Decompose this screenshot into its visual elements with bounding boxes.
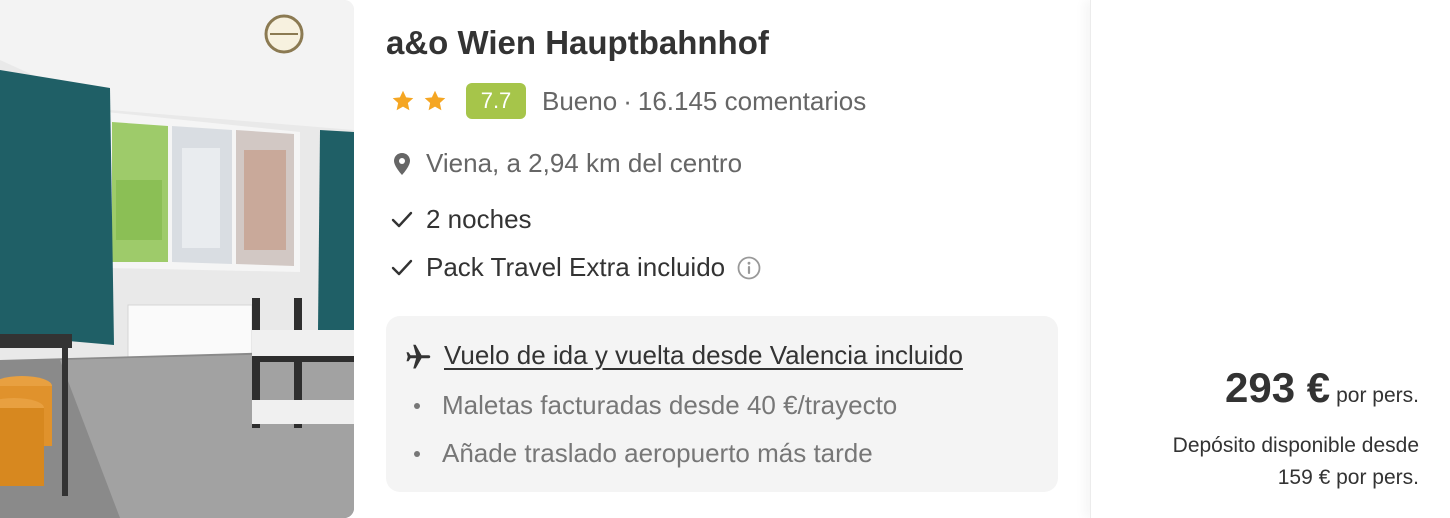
- airplane-icon: [406, 344, 431, 368]
- price-row: 293 € por pers.: [1225, 364, 1419, 412]
- pack-text: Pack Travel Extra incluido: [426, 252, 726, 282]
- star-icon: [424, 90, 446, 111]
- hotel-photo[interactable]: [0, 0, 354, 518]
- flight-row: Vuelo de ida y vuelta desde Valencia inc…: [404, 340, 963, 371]
- flight-link[interactable]: Vuelo de ida y vuelta desde Valencia inc…: [444, 340, 963, 371]
- bullet-icon: [414, 450, 420, 457]
- transfer-text: Añade traslado aeropuerto más tarde: [442, 438, 873, 468]
- location-row: Viena, a 2,94 km del centro: [390, 148, 742, 179]
- luggage-row: Maletas facturadas desde 40 €/trayecto: [414, 390, 897, 421]
- flight-box: Vuelo de ida y vuelta desde Valencia inc…: [386, 316, 1058, 492]
- deposit-info: Depósito disponible desde 159 € por pers…: [1099, 430, 1419, 494]
- nights-row: 2 noches: [390, 204, 532, 235]
- location-text: Viena, a 2,94 km del centro: [426, 148, 743, 178]
- hotel-card[interactable]: a&o Wien Hauptbahnhof 7.7 Bueno · 16.145 c…: [0, 0, 1450, 518]
- nights-text: 2 noches: [426, 204, 532, 234]
- check-icon: [390, 256, 414, 280]
- review-count: 16.145 comentarios: [637, 85, 867, 116]
- rating-label: Bueno: [542, 85, 618, 116]
- price-amount: 293 €: [1225, 364, 1331, 411]
- rating-separator: ·: [623, 85, 632, 116]
- pack-row: Pack Travel Extra incluido: [390, 252, 761, 283]
- rating-row: 7.7 Bueno · 16.145 comentarios: [390, 83, 866, 119]
- star-icon: [392, 90, 414, 111]
- check-icon: [390, 208, 414, 232]
- hotel-name[interactable]: a&o Wien Hauptbahnhof: [386, 24, 769, 62]
- map-pin-icon: [390, 152, 414, 176]
- price-panel: 293 € por pers. Depósito disponible desd…: [1090, 0, 1450, 518]
- bullet-icon: [414, 402, 420, 409]
- hotel-info: a&o Wien Hauptbahnhof 7.7 Bueno · 16.145 c…: [386, 0, 1058, 518]
- score-badge: 7.7: [466, 83, 526, 119]
- info-icon[interactable]: [737, 256, 761, 280]
- price-unit: por pers.: [1336, 384, 1419, 407]
- luggage-text: Maletas facturadas desde 40 €/trayecto: [442, 390, 898, 420]
- transfer-row: Añade traslado aeropuerto más tarde: [414, 438, 873, 469]
- deposit-line-1: Depósito disponible desde: [1172, 434, 1419, 457]
- hotel-room-image: [0, 0, 354, 518]
- deposit-line-2: 159 € por pers.: [1277, 466, 1419, 489]
- rating-summary[interactable]: Bueno · 16.145 comentarios: [542, 86, 866, 117]
